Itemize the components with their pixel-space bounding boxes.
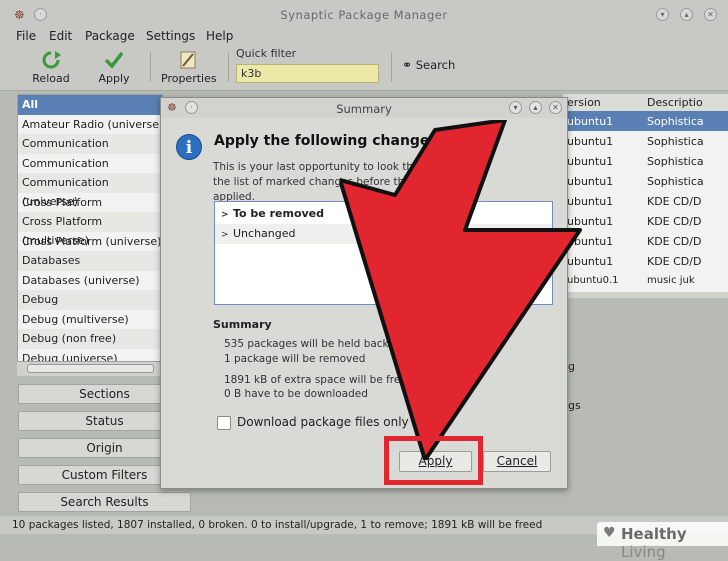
category-item[interactable]: Amateur Radio (universe) xyxy=(18,115,162,135)
toolbar-separator xyxy=(391,52,392,82)
category-item[interactable]: Databases xyxy=(18,251,162,271)
reload-button[interactable]: Reload xyxy=(31,50,71,85)
category-item[interactable]: Debug (non free) xyxy=(18,329,162,349)
window-title: Synaptic Package Manager xyxy=(280,8,448,22)
dialog-minimize-button[interactable]: ▾ xyxy=(509,101,522,114)
reload-icon xyxy=(42,51,61,69)
minimize-button[interactable]: ▾ xyxy=(656,8,669,21)
expand-chevron-icon[interactable]: > xyxy=(221,205,233,225)
category-item[interactable]: Cross Platform (universe) xyxy=(18,232,162,252)
menu-settings[interactable]: Settings xyxy=(146,29,195,43)
description-cell: KDE CD/D xyxy=(647,215,702,228)
category-item[interactable]: Communication (multiverse) xyxy=(18,154,162,189)
summary-label: Summary xyxy=(213,318,272,331)
dialog-titlebar: ☸ · Summary ▾ ▴ ✕ xyxy=(161,98,567,118)
change-group-label: To be removed xyxy=(233,207,325,220)
category-item[interactable]: Databases (universe) xyxy=(18,271,162,291)
window-titlebar: ☸ · Synaptic Package Manager ▾ ▴ ✕ xyxy=(0,0,728,28)
menubar: File Edit Package Settings Help xyxy=(0,28,728,46)
red-arrow-annotation xyxy=(340,120,582,460)
scroll-thumb[interactable] xyxy=(27,364,154,373)
watermark-prefix: Healthy xyxy=(621,525,687,543)
apply-toolbar-button[interactable]: Apply xyxy=(96,50,132,85)
category-item[interactable]: Debug xyxy=(18,290,162,310)
search-label: Search xyxy=(415,58,456,72)
change-group-label: Unchanged xyxy=(233,227,296,240)
status-text: 10 packages listed, 1807 installed, 0 br… xyxy=(12,519,543,531)
download-only-checkbox[interactable] xyxy=(217,416,231,430)
checkmark-icon xyxy=(104,51,124,69)
column-header-description[interactable]: Descriptio xyxy=(647,96,703,109)
reload-label: Reload xyxy=(32,72,70,85)
category-item[interactable]: Debug (universe) xyxy=(18,349,162,362)
quick-filter-label: Quick filter xyxy=(236,47,297,60)
column-header-version[interactable]: ersion xyxy=(567,96,601,109)
menu-file[interactable]: File xyxy=(16,29,36,43)
heart-icon: ♥ xyxy=(603,525,616,541)
properties-button[interactable]: Properties xyxy=(161,50,217,85)
apply-highlight-box xyxy=(384,436,483,485)
category-item[interactable]: Cross Platform (multiverse) xyxy=(18,212,162,247)
category-item[interactable]: Communication xyxy=(18,134,162,154)
category-item[interactable]: Debug (multiverse) xyxy=(18,310,162,330)
description-cell: Sophistica xyxy=(647,155,704,168)
search-results-button[interactable]: Search Results xyxy=(18,492,191,512)
category-item[interactable]: Communication (universe) xyxy=(18,173,162,208)
dialog-maximize-button[interactable]: ▴ xyxy=(529,101,542,114)
menu-help[interactable]: Help xyxy=(206,29,233,43)
category-item[interactable]: Cross Platform xyxy=(18,193,162,213)
menu-package[interactable]: Package xyxy=(85,29,135,43)
info-icon: i xyxy=(176,134,202,160)
category-item[interactable]: All xyxy=(18,95,162,115)
description-cell: Sophistica xyxy=(647,115,704,128)
description-cell: KDE CD/D xyxy=(647,255,702,268)
description-cell: KDE CD/D xyxy=(647,195,702,208)
category-list: All Amateur Radio (universe) Communicati… xyxy=(17,94,163,362)
quick-filter-input[interactable]: k3b xyxy=(236,64,379,83)
expand-chevron-icon[interactable]: > xyxy=(221,225,233,245)
toolbar-separator xyxy=(150,52,151,82)
dialog-close-button[interactable]: ✕ xyxy=(549,101,562,114)
description-cell: Sophistica xyxy=(647,135,704,148)
watermark: ♥ Healthy Living xyxy=(597,522,728,561)
menu-edit[interactable]: Edit xyxy=(49,29,72,43)
properties-icon xyxy=(180,51,196,69)
description-cell: Sophistica xyxy=(647,175,704,188)
dialog-title: Summary xyxy=(336,102,392,116)
description-cell: music juk xyxy=(647,275,695,286)
binoculars-icon: ⚭ xyxy=(402,58,413,72)
toolbar-separator xyxy=(228,52,229,82)
close-button[interactable]: ✕ xyxy=(704,8,717,21)
properties-label: Properties xyxy=(161,72,217,85)
search-button[interactable]: ⚭ Search xyxy=(402,58,455,72)
apply-toolbar-label: Apply xyxy=(98,72,130,85)
maximize-button[interactable]: ▴ xyxy=(680,8,693,21)
description-cell: KDE CD/D xyxy=(647,235,702,248)
watermark-text: Healthy Living xyxy=(621,525,728,561)
category-hscrollbar[interactable] xyxy=(17,362,163,376)
